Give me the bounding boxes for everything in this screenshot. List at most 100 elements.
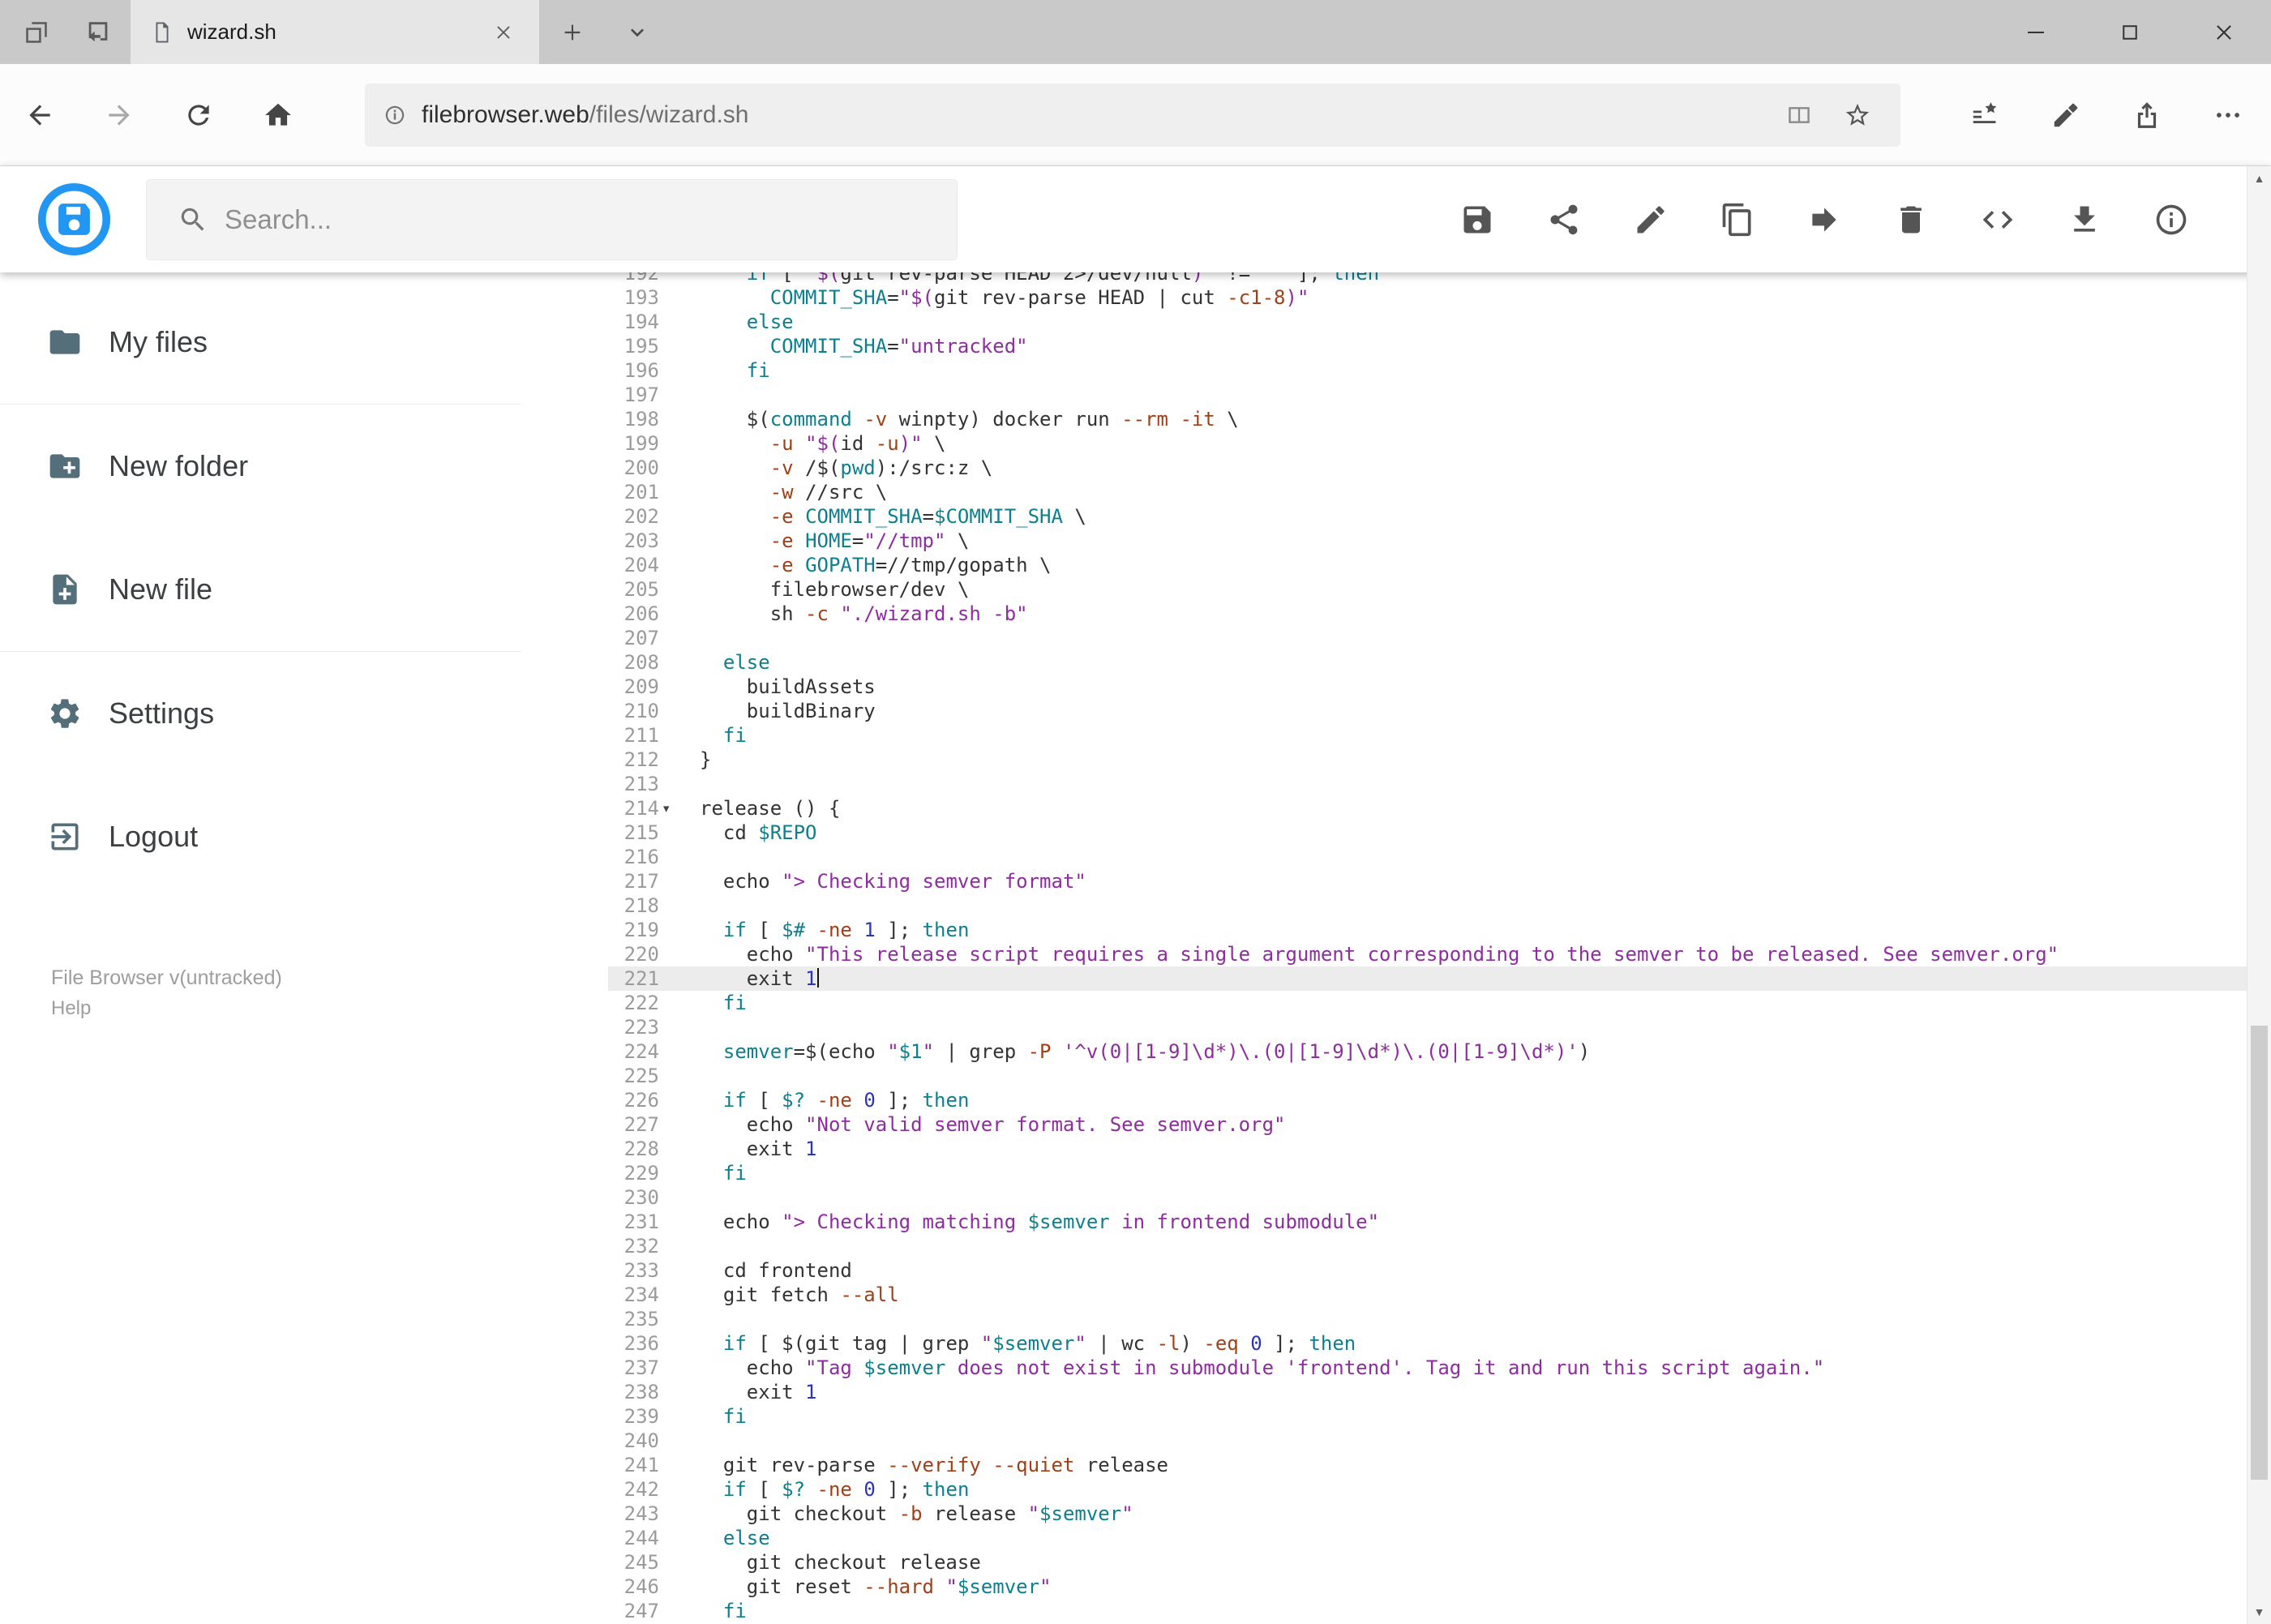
code-line[interactable]: 203 -e HOME="//tmp" \ [608, 529, 2247, 553]
code-line[interactable]: 240 [608, 1429, 2247, 1453]
scroll-up-button[interactable]: ▲ [2247, 166, 2271, 191]
filebrowser-logo-icon[interactable] [36, 182, 112, 257]
home-button[interactable] [238, 64, 318, 166]
maximize-button[interactable] [2083, 0, 2177, 64]
code-line[interactable]: 238 exit 1 [608, 1380, 2247, 1404]
fold-caret-icon[interactable]: ▾ [662, 796, 671, 821]
code-line[interactable]: 243 git checkout -b release "$semver" [608, 1502, 2247, 1526]
reading-view-button[interactable] [1774, 90, 1824, 140]
code-line[interactable]: 218 [608, 893, 2247, 918]
code-line[interactable]: 202 -e COMMIT_SHA=$COMMIT_SHA \ [608, 504, 2247, 529]
share-button[interactable] [1520, 179, 1607, 260]
code-line[interactable]: 224 semver=$(echo "$1" | grep -P '^v(0|[… [608, 1039, 2247, 1064]
code-line[interactable]: 214 ▾ release () { [608, 796, 2247, 821]
code-line[interactable]: 220 echo "This release script requires a… [608, 942, 2247, 966]
code-line[interactable]: 226 if [ $? -ne 0 ]; then [608, 1088, 2247, 1112]
code-line[interactable]: 219 if [ $# -ne 1 ]; then [608, 918, 2247, 942]
code-line[interactable]: 205 filebrowser/dev \ [608, 577, 2247, 602]
ink-note-button[interactable] [2025, 64, 2106, 166]
tab-preview-button[interactable] [21, 0, 52, 64]
code-line[interactable]: 209 buildAssets [608, 675, 2247, 699]
sidebar-item-new-file[interactable]: New file [0, 528, 608, 651]
favorites-hub-button[interactable] [1944, 64, 2025, 166]
code-line[interactable]: 245 git checkout release [608, 1550, 2247, 1575]
code-line[interactable]: 204 -e GOPATH=//tmp/gopath \ [608, 553, 2247, 577]
code-line[interactable]: 223 [608, 1015, 2247, 1039]
favorite-star-button[interactable] [1832, 90, 1883, 140]
sidebar-item-my-files[interactable]: My files [0, 281, 608, 404]
code-line[interactable]: 229 fi [608, 1161, 2247, 1185]
code-line[interactable]: 193 COMMIT_SHA="$(git rev-parse HEAD | c… [608, 285, 2247, 310]
code-line[interactable]: 222 fi [608, 991, 2247, 1015]
new-tab-button[interactable] [551, 0, 593, 64]
code-line[interactable]: 232 [608, 1234, 2247, 1258]
tab-close-button[interactable] [487, 0, 520, 64]
code-line[interactable]: 194 else [608, 310, 2247, 334]
code-line[interactable]: 210 buildBinary [608, 699, 2247, 723]
code-line[interactable]: 208 else [608, 650, 2247, 675]
code-line[interactable]: 246 git reset --hard "$semver" [608, 1575, 2247, 1599]
address-bar[interactable]: filebrowser.web/files/wizard.sh [365, 83, 1900, 147]
refresh-button[interactable] [159, 64, 238, 166]
code-line[interactable]: 196 fi [608, 358, 2247, 383]
code-line[interactable]: 237 echo "Tag $semver does not exist in … [608, 1356, 2247, 1380]
page-info-icon[interactable] [383, 103, 407, 127]
code-line[interactable]: 228 exit 1 [608, 1137, 2247, 1161]
code-line[interactable]: 217 echo "> Checking semver format" [608, 869, 2247, 893]
code-editor[interactable]: 192 if [ "$(git rev-parse HEAD 2>/dev/nu… [608, 272, 2247, 1624]
code-line[interactable]: 242 if [ $? -ne 0 ]; then [608, 1477, 2247, 1502]
code-line[interactable]: 197 [608, 383, 2247, 407]
code-line[interactable]: 231 echo "> Checking matching $semver in… [608, 1210, 2247, 1234]
close-button[interactable] [2177, 0, 2271, 64]
code-line[interactable]: 216 [608, 845, 2247, 869]
code-line[interactable]: 207 [608, 626, 2247, 650]
code-line[interactable]: 200 -v /$(pwd):/src:z \ [608, 456, 2247, 480]
info-button[interactable] [2127, 179, 2214, 260]
code-line[interactable]: 198 $(command -v winpty) docker run --rm… [608, 407, 2247, 431]
code-line[interactable]: 221 exit 1 [608, 966, 2247, 991]
tab-dropdown-button[interactable] [616, 0, 658, 64]
code-line[interactable]: 233 cd frontend [608, 1258, 2247, 1283]
code-line[interactable]: 211 fi [608, 723, 2247, 748]
code-line[interactable]: 244 else [608, 1526, 2247, 1550]
code-line[interactable]: 199 -u "$(id -u)" \ [608, 431, 2247, 456]
more-button[interactable] [2187, 64, 2269, 166]
search-input[interactable] [225, 204, 922, 235]
code-line[interactable]: 235 [608, 1307, 2247, 1331]
active-tab[interactable]: wizard.sh [131, 0, 539, 64]
move-button[interactable] [1780, 179, 1867, 260]
code-line[interactable]: 236 if [ $(git tag | grep "$semver" | wc… [608, 1331, 2247, 1356]
code-line[interactable]: 225 [608, 1064, 2247, 1088]
download-button[interactable] [2041, 179, 2127, 260]
scrollbar-thumb[interactable] [2251, 1026, 2268, 1480]
sidebar-item-settings[interactable]: Settings [0, 652, 608, 775]
code-line[interactable]: 206 sh -c "./wizard.sh -b" [608, 602, 2247, 626]
back-button[interactable] [0, 64, 79, 166]
page-scrollbar[interactable]: ▲ ▼ [2247, 166, 2271, 1624]
delete-button[interactable] [1867, 179, 1954, 260]
code-line[interactable]: 247 fi [608, 1599, 2247, 1623]
set-aside-button[interactable] [83, 0, 114, 64]
help-link[interactable]: Help [51, 994, 282, 1023]
sidebar-item-logout[interactable]: Logout [0, 775, 608, 898]
sidebar-item-new-folder[interactable]: New folder [0, 405, 608, 528]
code-line[interactable]: 234 git fetch --all [608, 1283, 2247, 1307]
rename-button[interactable] [1607, 179, 1694, 260]
copy-button[interactable] [1694, 179, 1780, 260]
code-line[interactable]: 239 fi [608, 1404, 2247, 1429]
code-line[interactable]: 201 -w //src \ [608, 480, 2247, 504]
code-view-button[interactable] [1954, 179, 2041, 260]
minimize-button[interactable] [1989, 0, 2083, 64]
code-line[interactable]: 213 [608, 772, 2247, 796]
forward-button[interactable] [79, 64, 159, 166]
search-box[interactable] [146, 178, 958, 260]
scroll-down-button[interactable]: ▼ [2247, 1600, 2271, 1624]
share-button[interactable] [2106, 64, 2187, 166]
code-line[interactable]: 227 echo "Not valid semver format. See s… [608, 1112, 2247, 1137]
code-line[interactable]: 192 if [ "$(git rev-parse HEAD 2>/dev/nu… [608, 272, 2247, 285]
code-line[interactable]: 215 cd $REPO [608, 821, 2247, 845]
code-line[interactable]: 230 [608, 1185, 2247, 1210]
save-button[interactable] [1433, 179, 1520, 260]
code-line[interactable]: 212} [608, 748, 2247, 772]
code-line[interactable]: 195 COMMIT_SHA="untracked" [608, 334, 2247, 358]
